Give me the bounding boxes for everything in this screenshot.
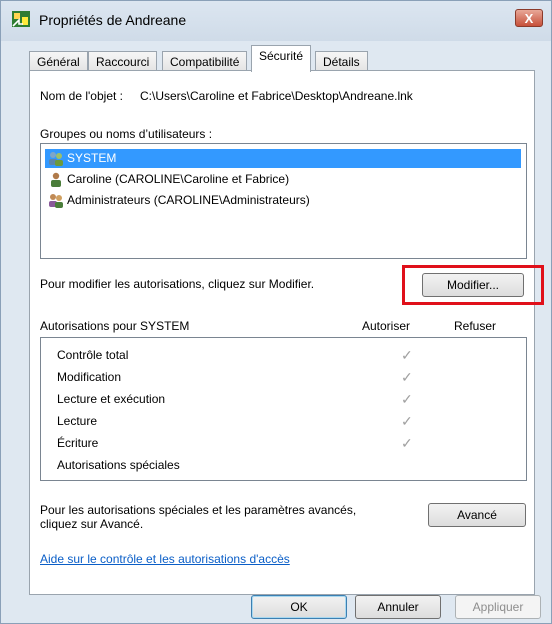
advanced-hint-line2: cliquez sur Avancé. [40,517,144,531]
permission-name: Lecture [57,414,98,428]
tab-general[interactable]: Général [29,51,88,71]
list-item-label: Administrateurs (CAROLINE\Administrateur… [67,193,310,207]
allow-check-icon: ✓ [401,391,413,407]
list-item[interactable]: SYSTEM [45,149,521,168]
security-panel: Nom de l'objet : C:\Users\Caroline et Fa… [29,70,535,595]
permission-row: Lecture ✓ [57,410,527,432]
permission-name: Contrôle total [57,348,129,362]
modify-hint: Pour modifier les autorisations, cliquez… [40,277,315,291]
permission-row: Lecture et exécution ✓ [57,388,527,410]
close-button[interactable]: X [515,9,543,27]
advanced-hint-line1: Pour les autorisations spéciales et les … [40,503,357,517]
permission-name: Modification [57,370,122,384]
list-item-label: Caroline (CAROLINE\Caroline et Fabrice) [67,172,290,186]
help-link[interactable]: Aide sur le contrôle et les autorisation… [40,552,290,566]
permissions-header: Autorisations pour SYSTEM [40,319,190,333]
modify-highlight-box [402,265,544,305]
tab-compatibility[interactable]: Compatibilité [162,51,248,71]
groups-label: Groupes ou noms d’utilisateurs : [40,127,213,141]
group-users-icon [49,152,63,166]
permission-row: Écriture ✓ [57,432,527,454]
ok-button[interactable]: OK [251,595,347,619]
user-icon [51,172,61,187]
title-bar[interactable]: Propriétés de Andreane X [1,1,551,41]
cancel-button[interactable]: Annuler [355,595,441,619]
permissions-list: Contrôle total ✓ Modification ✓ Lecture … [40,337,527,481]
permission-name: Autorisations spéciales [57,458,180,472]
tab-details[interactable]: Détails [315,51,368,71]
tab-security[interactable]: Sécurité [251,45,312,72]
permission-row: Modification ✓ [57,366,527,388]
apply-button[interactable]: Appliquer [455,595,541,619]
advanced-button[interactable]: Avancé [428,503,526,527]
list-item[interactable]: Administrateurs (CAROLINE\Administrateur… [45,191,318,210]
deny-column-header: Refuser [454,319,497,333]
permission-name: Écriture [57,436,99,450]
object-name-label: Nom de l'objet : [40,89,123,103]
allow-check-icon: ✓ [401,435,413,451]
properties-window: Propriétés de Andreane X Général Raccour… [0,0,552,624]
list-item-label: SYSTEM [67,151,117,165]
permission-row: Autorisations spéciales [57,454,527,476]
allow-check-icon: ✓ [401,369,413,385]
list-item[interactable]: Caroline (CAROLINE\Caroline et Fabrice) [45,170,297,189]
window-title: Propriétés de Andreane [39,12,187,28]
permission-name: Lecture et exécution [57,392,166,406]
permission-row: Contrôle total ✓ [57,344,527,366]
groups-listbox[interactable]: SYSTEM Caroline (CAROLINE\Caroline et Fa… [40,143,527,259]
tab-shortcut[interactable]: Raccourci [88,51,158,71]
allow-column-header: Autoriser [362,319,411,333]
app-shortcut-icon [12,11,30,27]
allow-check-icon: ✓ [401,413,413,429]
object-name-value: C:\Users\Caroline et Fabrice\Desktop\And… [140,89,413,103]
group-users-icon [49,194,63,208]
allow-check-icon: ✓ [401,347,413,363]
